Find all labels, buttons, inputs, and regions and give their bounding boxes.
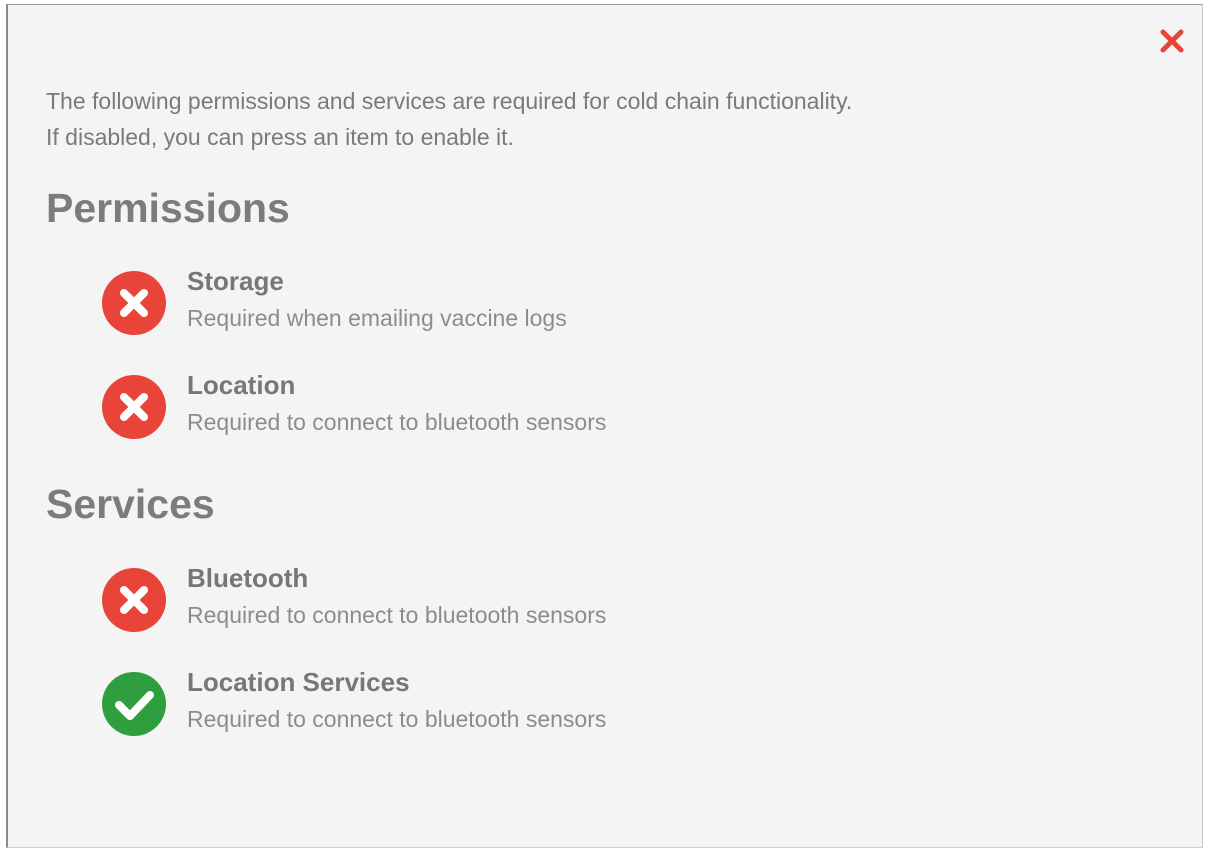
x-circle-icon [101,567,167,633]
item-name: Location [187,370,296,400]
check-circle-icon [101,671,167,737]
intro-text: The following permissions and services a… [46,83,1046,155]
intro-line-1: The following permissions and services a… [46,88,853,114]
permission-item-location[interactable]: Location Required to connect to bluetoot… [101,370,801,446]
permissions-modal: The following permissions and services a… [6,4,1203,848]
item-name: Bluetooth [187,563,309,593]
item-description: Required when emailing vaccine logs [187,305,567,331]
item-description: Required to connect to bluetooth sensors [187,602,607,628]
x-circle-icon [101,270,167,336]
service-item-location-services[interactable]: Location Services Required to connect to… [101,667,801,743]
close-icon [1159,28,1185,59]
item-description: Required to connect to bluetooth sensors [187,409,607,435]
close-button[interactable] [1156,27,1188,59]
item-name: Location Services [187,667,410,697]
permission-item-storage[interactable]: Storage Required when emailing vaccine l… [101,266,801,342]
item-description: Required to connect to bluetooth sensors [187,706,607,732]
services-section-title: Services [46,481,215,527]
item-name: Storage [187,266,284,296]
service-item-bluetooth[interactable]: Bluetooth Required to connect to bluetoo… [101,563,801,639]
x-circle-icon [101,374,167,440]
intro-line-2: If disabled, you can press an item to en… [46,124,514,150]
permissions-section-title: Permissions [46,185,290,231]
